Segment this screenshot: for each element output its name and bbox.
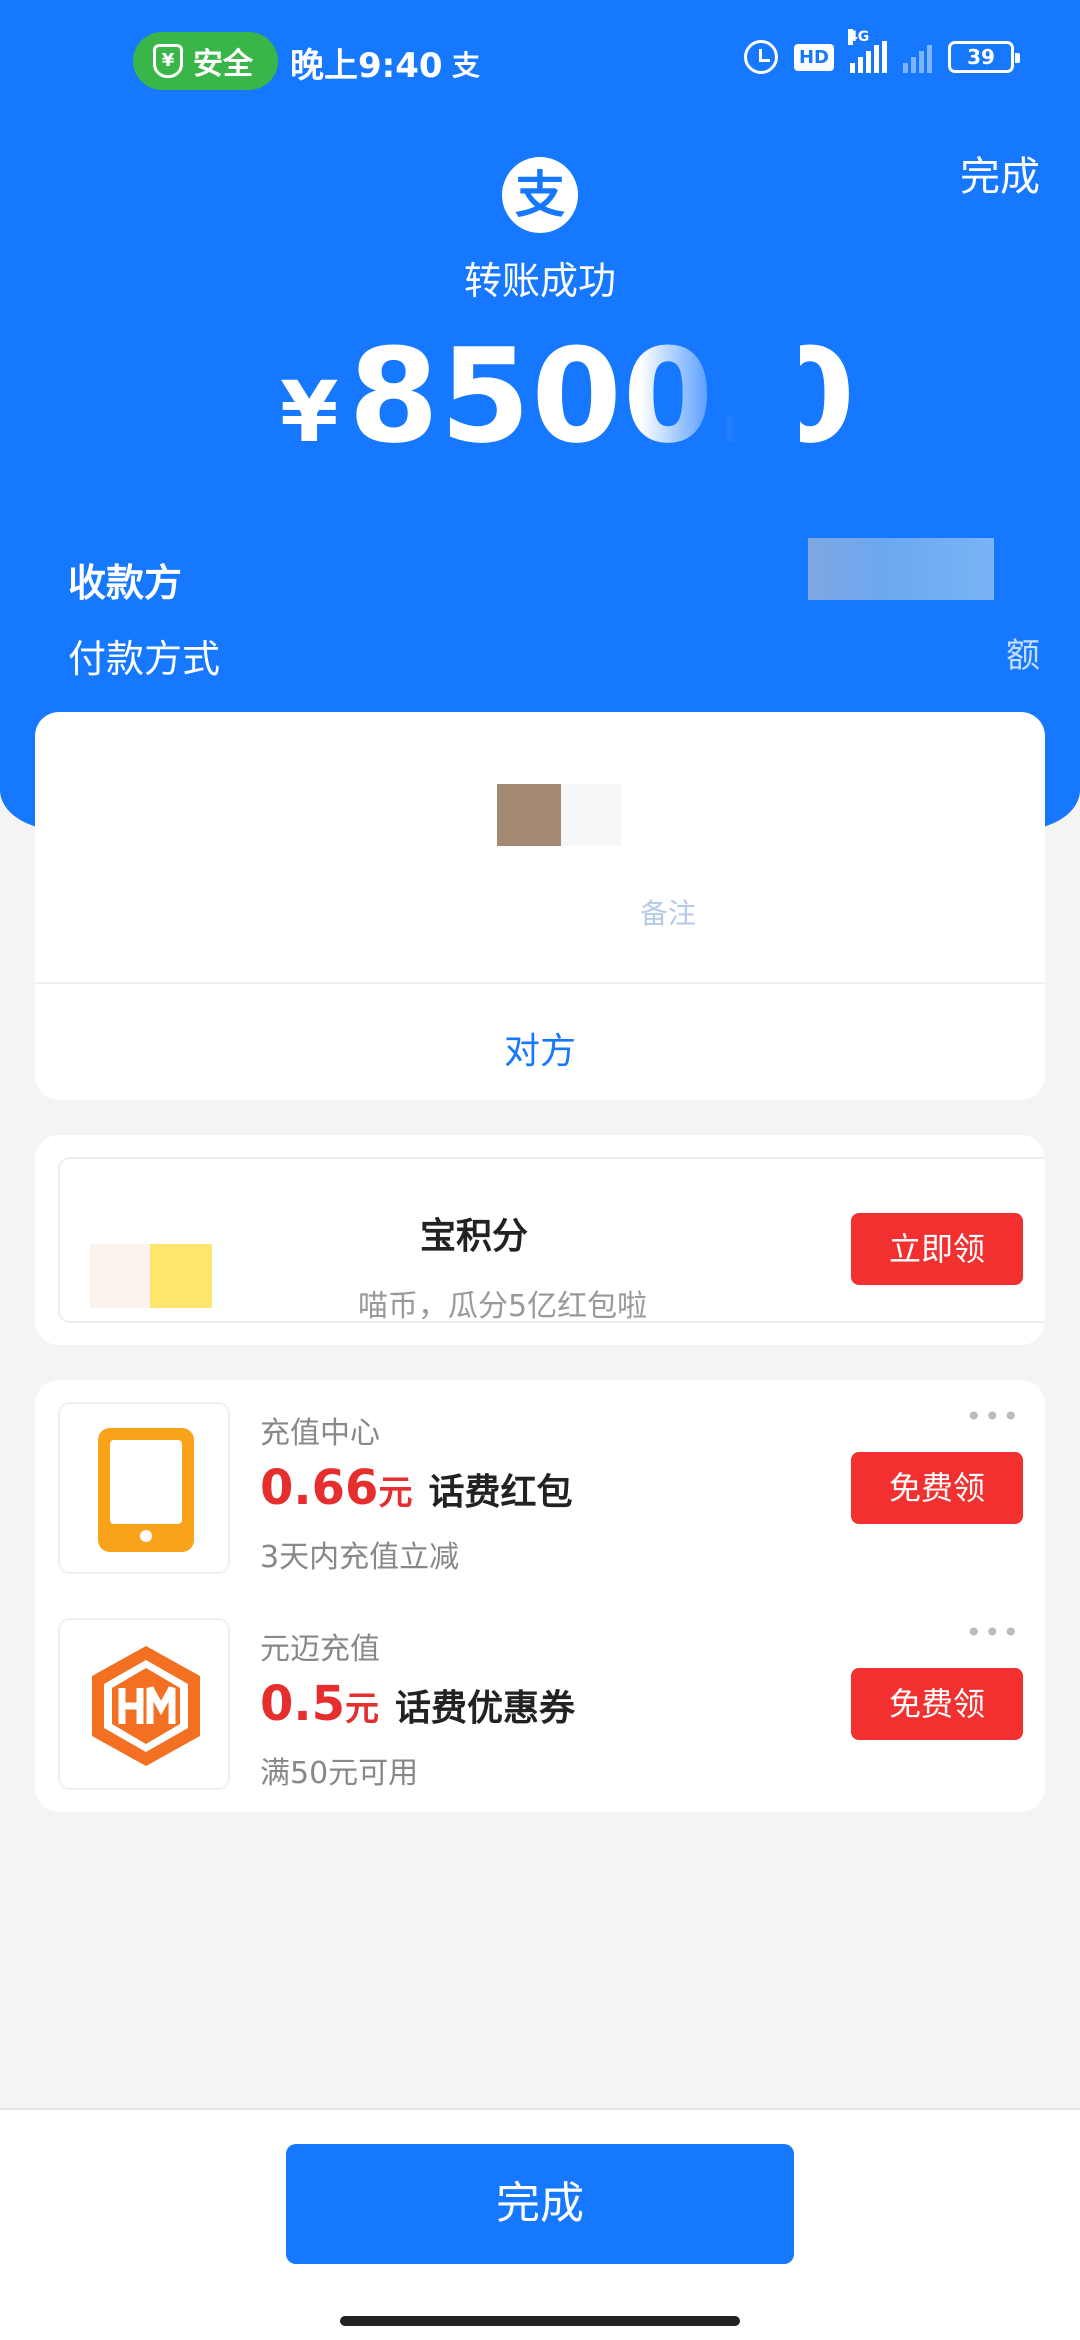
more-options-icon[interactable]: ••• [965,1400,1021,1433]
payment-method-label: 付款方式 [68,637,221,681]
battery-level: 39 [967,45,995,69]
redacted-avatar [497,784,561,846]
shield-icon: ¥ [153,44,183,78]
signal-icon: 4G [848,29,887,73]
promo-card: 宝积分 喵币，瓜分5亿红包啦 立即领 [35,1135,1045,1345]
payment-method-value: 额 [1006,636,1040,676]
offer-merchant: 充值中心 [260,1416,380,1451]
promo-image [90,1244,150,1308]
free-claim-button[interactable]: 免费领 [851,1668,1023,1740]
offer-name: 话费红包 [428,1472,573,1513]
transfer-success-title: 转账成功 [463,259,616,303]
payee-label: 收款方 [68,561,183,605]
offer-merchant: 元迈充值 [260,1632,380,1667]
transfer-info-card: 备注 对方 [35,712,1045,1100]
add-note-link[interactable]: 备注 [640,892,696,932]
contact-payee-link[interactable]: 对方 [35,1022,1045,1074]
offer-price: 0.5 元 话费优惠券 [260,1676,575,1732]
offer-price: 0.66 元 话费红包 [260,1460,572,1516]
promo-title: 宝积分 [420,1216,529,1257]
ym-hex-icon [92,1646,200,1766]
payee-redaction [808,538,994,600]
status-icons: HD 4G 39 [743,29,1020,74]
signal-icon-secondary [903,41,932,73]
offer-description: 满50元可用 [260,1756,419,1791]
offers-card: 充值中心 0.66 元 话费红包 3天内充值立减 ••• 免费领 元迈充值 0.… [35,1380,1045,1812]
price-value: 0.66 [260,1460,379,1516]
price-value: 0.5 [260,1676,346,1732]
alarm-icon [743,40,778,74]
hd-icon: HD [793,43,834,71]
promo-image-part [150,1244,212,1308]
promo-subtitle: 喵币，瓜分5亿红包啦 [358,1289,648,1324]
offer-thumbnail [58,1402,230,1574]
claim-now-button[interactable]: 立即领 [851,1213,1023,1285]
price-unit: 元 [378,1473,413,1513]
free-claim-button[interactable]: 免费领 [851,1452,1023,1524]
alipay-logo-icon: 支 [502,157,578,233]
status-bar: ¥ 安全 晚上9:40 支 HD 4G 39 [0,0,1080,120]
offer-item[interactable]: 充值中心 0.66 元 话费红包 3天内充值立减 ••• 免费领 [35,1400,1045,1575]
safety-label: 安全 [193,47,253,82]
contact-payee-label: 对方 [503,1031,576,1072]
network-type-label: 4G [848,29,870,45]
offer-item[interactable]: 元迈充值 0.5 元 话费优惠券 满50元可用 ••• 免费领 [35,1616,1045,1791]
safety-badge[interactable]: ¥ 安全 [133,32,278,90]
offer-name: 话费优惠券 [395,1688,576,1729]
clock: 晚上9:40 [290,46,443,86]
bottom-bar: 完成 [0,2108,1080,2340]
currency-symbol: ¥ [280,363,339,461]
alipay-notification-icon: 支 [452,49,481,82]
price-unit: 元 [345,1689,380,1729]
offer-description: 3天内充值立减 [260,1540,460,1575]
battery-icon: 39 [948,41,1020,73]
tablet-icon [98,1428,194,1552]
done-button[interactable]: 完成 [286,2144,794,2264]
redacted-avatar-part [561,784,621,846]
top-done-button[interactable]: 完成 [960,144,1040,202]
offer-thumbnail [58,1618,230,1790]
divider [35,982,1045,984]
more-options-icon[interactable]: ••• [965,1616,1021,1649]
amount-redaction [640,330,800,460]
home-indicator[interactable] [340,2316,740,2326]
